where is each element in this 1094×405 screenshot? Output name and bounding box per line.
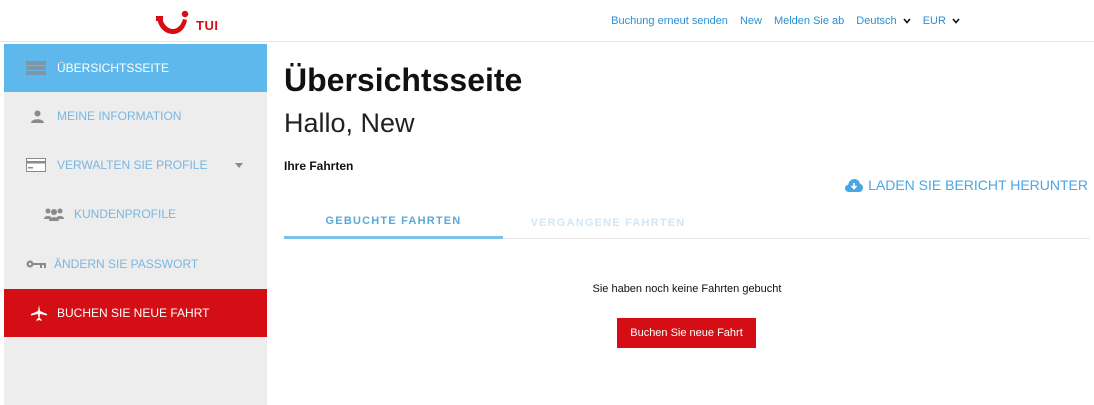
sidebar: ÜBERSICHTSSEITE MEINE INFORMATION VERWAL… <box>4 44 267 405</box>
sidebar-item-label: ÄNDERN SIE PASSWORT <box>54 257 199 271</box>
sidebar-item-change-password[interactable]: ÄNDERN SIE PASSWORT <box>4 240 267 288</box>
top-bar: TUI Buchung erneut senden New Melden Sie… <box>0 0 1094 42</box>
user-name-link[interactable]: New <box>740 15 762 27</box>
currency-label: EUR <box>922 15 946 27</box>
sidebar-item-label: VERWALTEN SIE PROFILE <box>57 158 208 172</box>
greeting: Hallo, New <box>284 108 415 138</box>
card-icon <box>26 158 46 172</box>
tui-smile-icon <box>156 10 189 34</box>
language-label: Deutsch <box>856 15 897 27</box>
sidebar-item-label: ÜBERSICHTSSEITE <box>57 61 170 75</box>
sidebar-item-overview[interactable]: ÜBERSICHTSSEITE <box>4 44 267 92</box>
overview-icon <box>26 61 46 75</box>
empty-trips-message: Sie haben noch keine Fahrten gebucht <box>592 283 782 295</box>
top-nav: Buchung erneut senden New Melden Sie ab … <box>611 0 960 42</box>
sidebar-item-customer-profiles[interactable]: KUNDENPROFILE <box>4 190 267 238</box>
plane-icon <box>31 305 47 321</box>
person-icon <box>31 110 44 123</box>
sidebar-item-label: MEINE INFORMATION <box>57 109 182 123</box>
caret-down-icon <box>235 162 243 168</box>
sidebar-item-label: BUCHEN SIE NEUE FAHRT <box>57 306 210 320</box>
page-title: Übersichtsseite <box>284 62 523 98</box>
resend-booking-link[interactable]: Buchung erneut senden <box>611 15 728 27</box>
download-report-button[interactable]: LADEN SIE BERICHT HERUNTER <box>845 177 1088 193</box>
sidebar-item-manage-profiles[interactable]: VERWALTEN SIE PROFILE <box>4 141 267 189</box>
tab-booked-trips[interactable]: GEBUCHTE FAHRTEN <box>284 206 503 239</box>
sidebar-item-label: KUNDENPROFILE <box>74 207 177 221</box>
trips-heading: Ihre Fahrten <box>284 159 354 173</box>
sidebar-item-my-information[interactable]: MEINE INFORMATION <box>4 92 267 140</box>
chevron-down-icon <box>903 18 911 24</box>
trip-tabs: GEBUCHTE FAHRTEN VERGANGENE FAHRTEN <box>284 206 1090 239</box>
group-icon <box>44 207 64 221</box>
cloud-download-icon <box>845 178 864 192</box>
tab-past-trips[interactable]: VERGANGENE FAHRTEN <box>503 206 713 239</box>
book-new-trip-button[interactable]: Buchen Sie neue Fahrt <box>617 318 756 348</box>
main-content: Übersichtsseite Hallo, New Ihre Fahrten … <box>284 44 1090 405</box>
language-dropdown[interactable]: Deutsch <box>856 15 911 27</box>
chevron-down-icon <box>952 18 960 24</box>
logo-text: TUI <box>196 18 219 33</box>
currency-dropdown[interactable]: EUR <box>923 15 960 27</box>
sidebar-item-book-new-trip[interactable]: BUCHEN SIE NEUE FAHRT <box>4 289 267 337</box>
tui-logo[interactable]: TUI <box>154 8 218 36</box>
logout-link[interactable]: Melden Sie ab <box>774 15 844 27</box>
download-report-label: LADEN SIE BERICHT HERUNTER <box>868 177 1088 193</box>
key-icon <box>26 259 46 269</box>
